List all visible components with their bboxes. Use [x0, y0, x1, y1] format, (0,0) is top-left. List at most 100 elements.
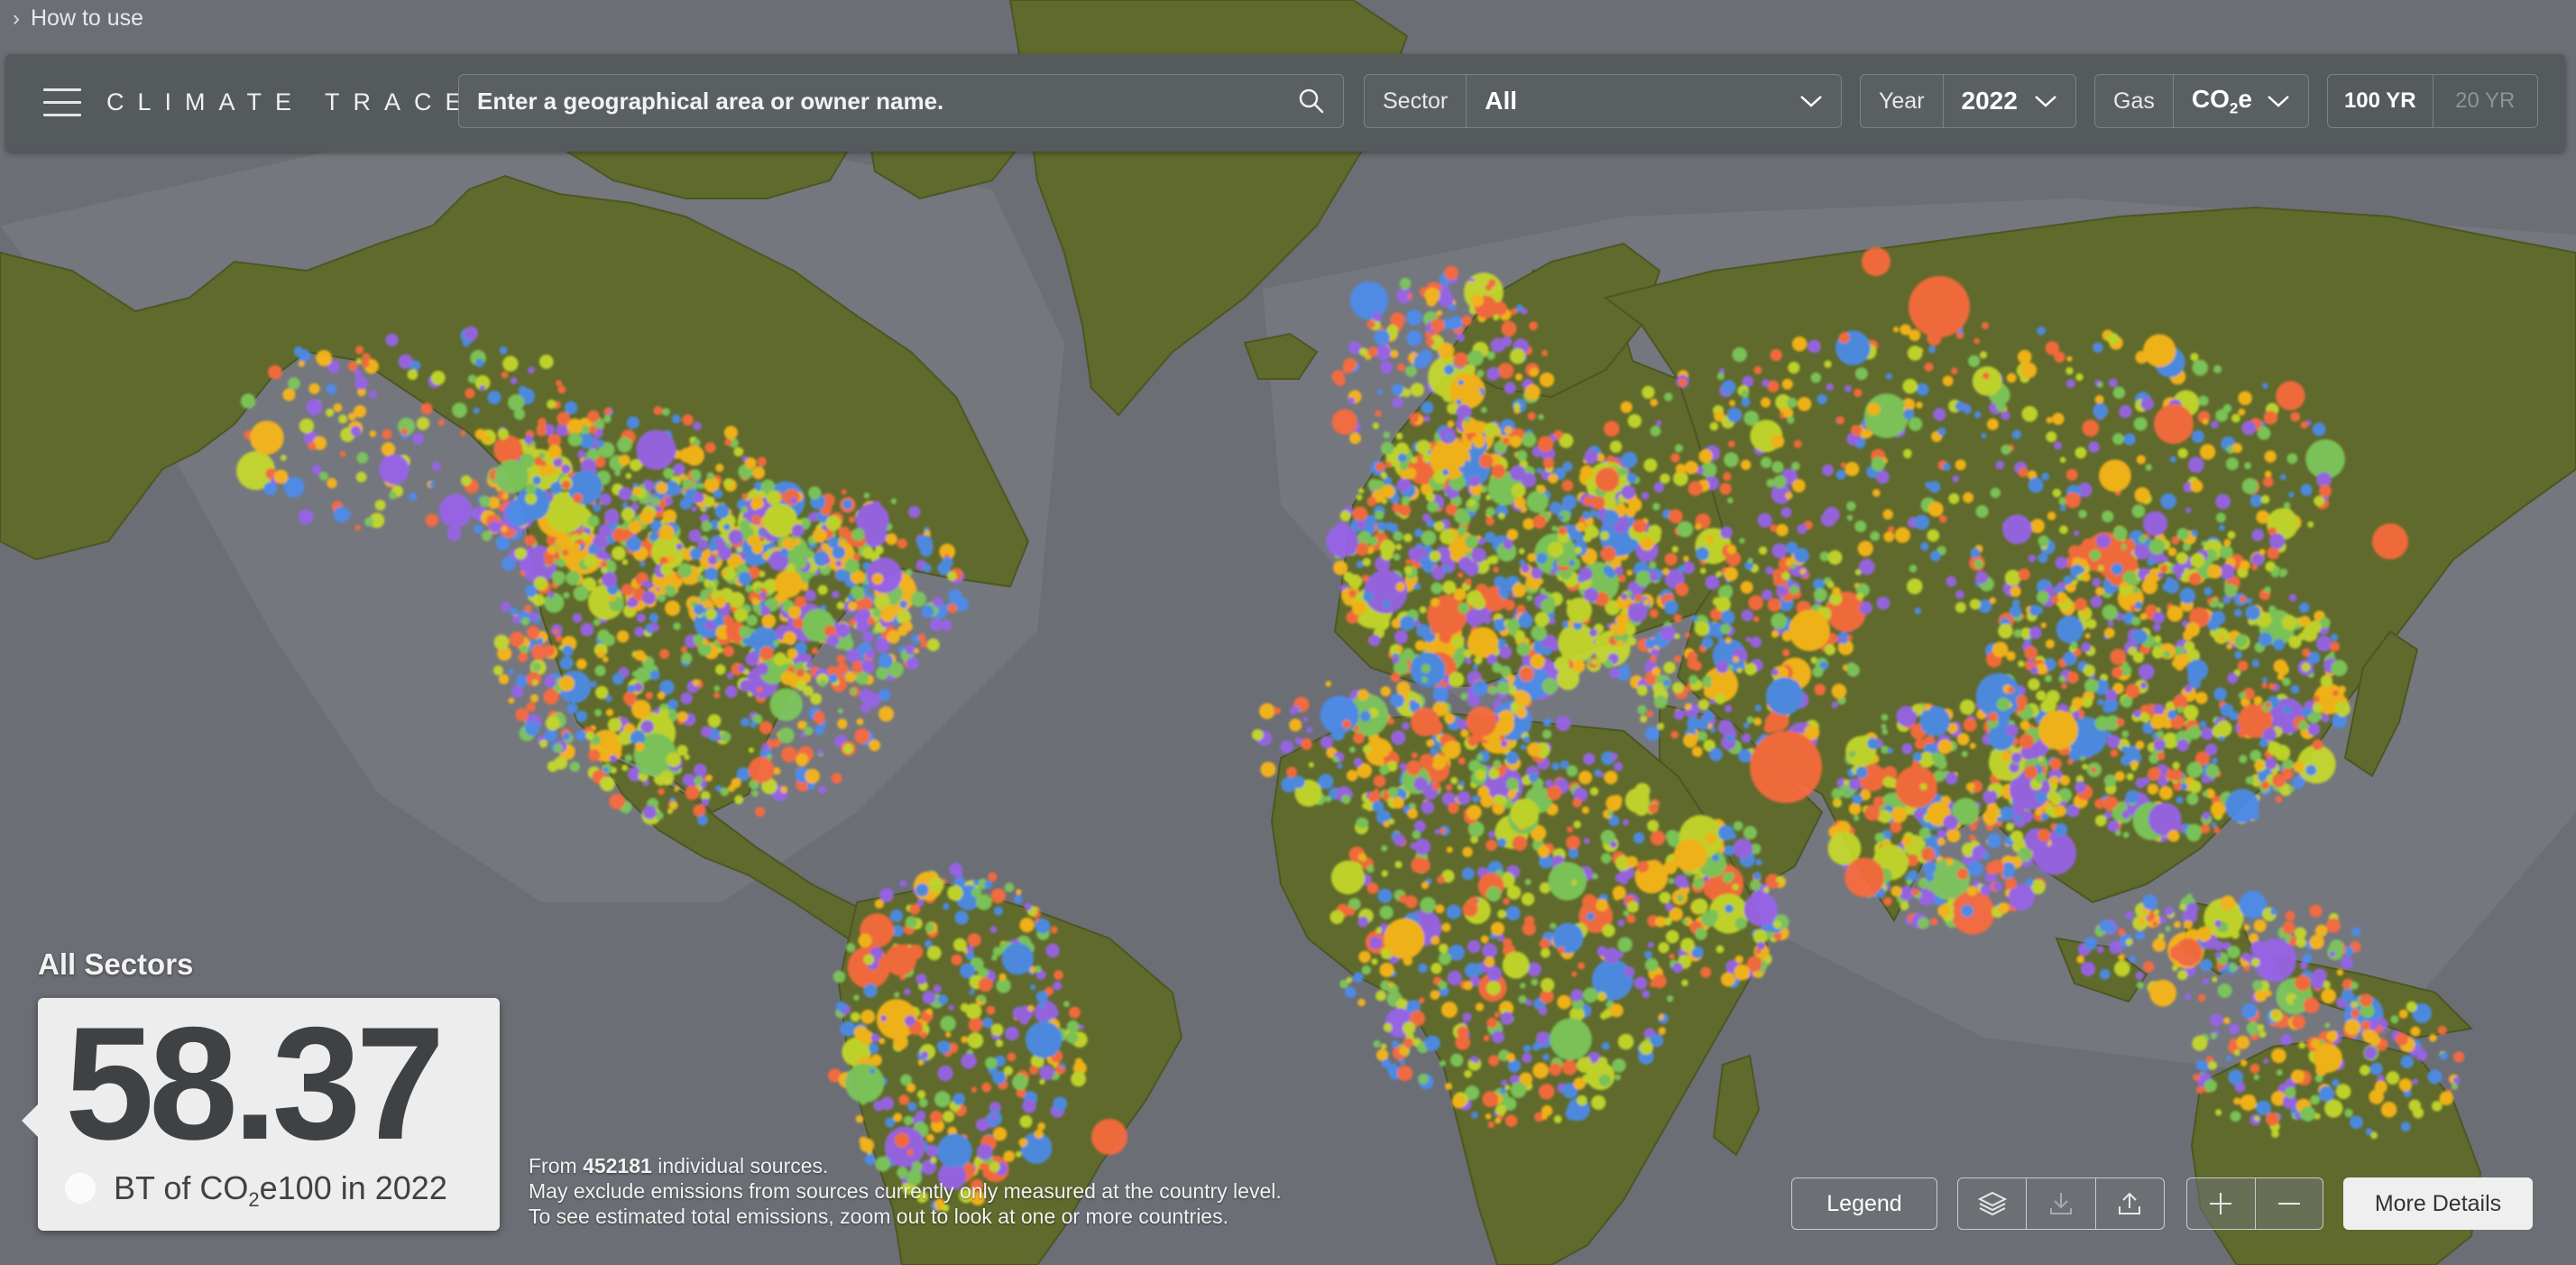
emission-source-dot[interactable] [2257, 1024, 2265, 1031]
emission-source-dot[interactable] [766, 490, 781, 505]
emission-source-dot[interactable] [1005, 1026, 1019, 1041]
emission-source-dot[interactable] [2129, 956, 2137, 963]
emission-source-dot[interactable] [1512, 583, 1527, 598]
emission-source-dot[interactable] [2004, 569, 2021, 586]
emission-source-dot[interactable] [1762, 589, 1773, 601]
emission-source-dot[interactable] [2057, 581, 2065, 589]
emission-source-dot[interactable] [745, 651, 759, 667]
emission-source-dot[interactable] [2202, 811, 2211, 820]
emission-source-dot[interactable] [2150, 714, 2166, 730]
emission-source-dot[interactable] [1599, 993, 1605, 1000]
emission-source-dot[interactable] [680, 692, 693, 705]
emission-source-dot[interactable] [2174, 920, 2181, 928]
emission-source-dot[interactable] [1826, 383, 1834, 392]
emission-source-dot[interactable] [2234, 651, 2243, 660]
emission-source-dot[interactable] [2041, 472, 2050, 481]
emission-source-dot[interactable] [755, 587, 762, 595]
emission-source-dot[interactable] [509, 632, 525, 647]
emission-source-dot[interactable] [1709, 421, 1719, 431]
emission-source-dot[interactable] [2055, 556, 2068, 569]
emission-source-dot[interactable] [1779, 586, 1789, 596]
emission-source-dot[interactable] [2099, 968, 2111, 980]
emission-source-dot[interactable] [2298, 720, 2309, 731]
emission-source-dot[interactable] [609, 754, 618, 763]
emission-source-dot[interactable] [2321, 988, 2337, 1004]
emission-source-dot[interactable] [2350, 982, 2359, 990]
emission-source-dot[interactable] [2135, 740, 2145, 750]
emission-source-dot[interactable] [845, 943, 856, 953]
emission-source-dot[interactable] [1440, 1060, 1447, 1066]
emission-source-dot[interactable] [1549, 617, 1556, 625]
emission-source-dot[interactable] [2094, 394, 2104, 404]
emission-source-dot[interactable] [1513, 496, 1526, 509]
emission-source-dot[interactable] [1571, 880, 1578, 886]
emission-source-dot[interactable] [2138, 663, 2155, 680]
emission-source-dot[interactable] [1973, 559, 1983, 569]
emission-source-dot[interactable] [1914, 607, 1922, 614]
emission-source-dot[interactable] [1605, 795, 1622, 811]
emission-source-dot[interactable] [1618, 574, 1626, 583]
emission-source-dot[interactable] [2194, 461, 2202, 469]
emission-source-dot[interactable] [1510, 465, 1526, 481]
emission-source-dot[interactable] [511, 685, 524, 697]
emission-source-dot[interactable] [1724, 705, 1733, 713]
emission-source-dot[interactable] [2139, 535, 2148, 543]
emission-source-dot[interactable] [1668, 878, 1675, 884]
emission-source-dot[interactable] [2068, 806, 2080, 817]
emission-source-dot[interactable] [793, 617, 804, 629]
emission-source-dot[interactable] [2041, 780, 2048, 787]
emission-source-dot[interactable] [1447, 970, 1462, 986]
emission-source-dot[interactable] [2214, 919, 2222, 928]
emission-source-dot[interactable] [1617, 937, 1633, 953]
emission-source-dot[interactable] [2075, 447, 2087, 459]
emission-source-dot[interactable] [1440, 529, 1455, 545]
emission-source-dot[interactable] [533, 577, 547, 590]
emission-source-dot[interactable] [2170, 769, 2183, 781]
emission-source-dot[interactable] [1538, 485, 1546, 493]
emission-source-dot[interactable] [902, 621, 913, 632]
emission-source-dot[interactable] [547, 545, 557, 555]
emission-source-dot[interactable] [894, 1132, 910, 1148]
emission-source-dot[interactable] [2011, 429, 2021, 439]
emission-source-dot[interactable] [899, 600, 907, 608]
emission-source-dot[interactable] [2245, 605, 2261, 621]
emission-source-dot[interactable] [887, 630, 900, 644]
emission-source-dot[interactable] [1673, 655, 1681, 663]
emission-source-dot[interactable] [905, 916, 917, 928]
emission-source-dot[interactable] [1627, 413, 1642, 429]
emission-source-dot[interactable] [1536, 552, 1548, 564]
emission-source-dot[interactable] [748, 756, 775, 783]
emission-source-dot[interactable] [835, 1001, 847, 1012]
emission-source-dot[interactable] [1001, 943, 1034, 975]
emission-source-dot[interactable] [2128, 646, 2138, 656]
emission-source-dot[interactable] [715, 735, 722, 742]
emission-source-dot[interactable] [2238, 391, 2252, 406]
emission-source-dot[interactable] [2268, 682, 2276, 690]
emission-source-dot[interactable] [1619, 875, 1629, 885]
emission-source-dot[interactable] [1736, 668, 1743, 674]
emission-source-dot[interactable] [2182, 542, 2191, 551]
emission-source-dot[interactable] [2184, 684, 2193, 693]
emission-source-dot[interactable] [1306, 726, 1313, 734]
emission-source-dot[interactable] [875, 638, 890, 653]
emission-source-dot[interactable] [1541, 1104, 1553, 1117]
emission-source-dot[interactable] [667, 808, 674, 815]
emission-source-dot[interactable] [982, 1017, 993, 1029]
emission-source-dot[interactable] [947, 885, 963, 901]
emission-source-dot[interactable] [2139, 613, 2148, 621]
emission-source-dot[interactable] [1672, 962, 1683, 974]
emission-source-dot[interactable] [948, 1004, 954, 1011]
emission-source-dot[interactable] [2273, 566, 2281, 573]
emission-source-dot[interactable] [1650, 830, 1666, 845]
emission-source-dot[interactable] [988, 872, 998, 882]
emission-source-dot[interactable] [500, 601, 511, 613]
emission-source-dot[interactable] [1882, 776, 1894, 789]
emission-source-dot[interactable] [1494, 576, 1506, 588]
emission-source-dot[interactable] [1848, 778, 1862, 790]
emission-source-dot[interactable] [621, 583, 634, 596]
emission-source-dot[interactable] [1486, 981, 1501, 995]
emission-source-dot[interactable] [1650, 425, 1661, 437]
emission-source-dot[interactable] [926, 1133, 934, 1142]
emission-source-dot[interactable] [1583, 837, 1590, 845]
emission-source-dot[interactable] [858, 933, 872, 947]
